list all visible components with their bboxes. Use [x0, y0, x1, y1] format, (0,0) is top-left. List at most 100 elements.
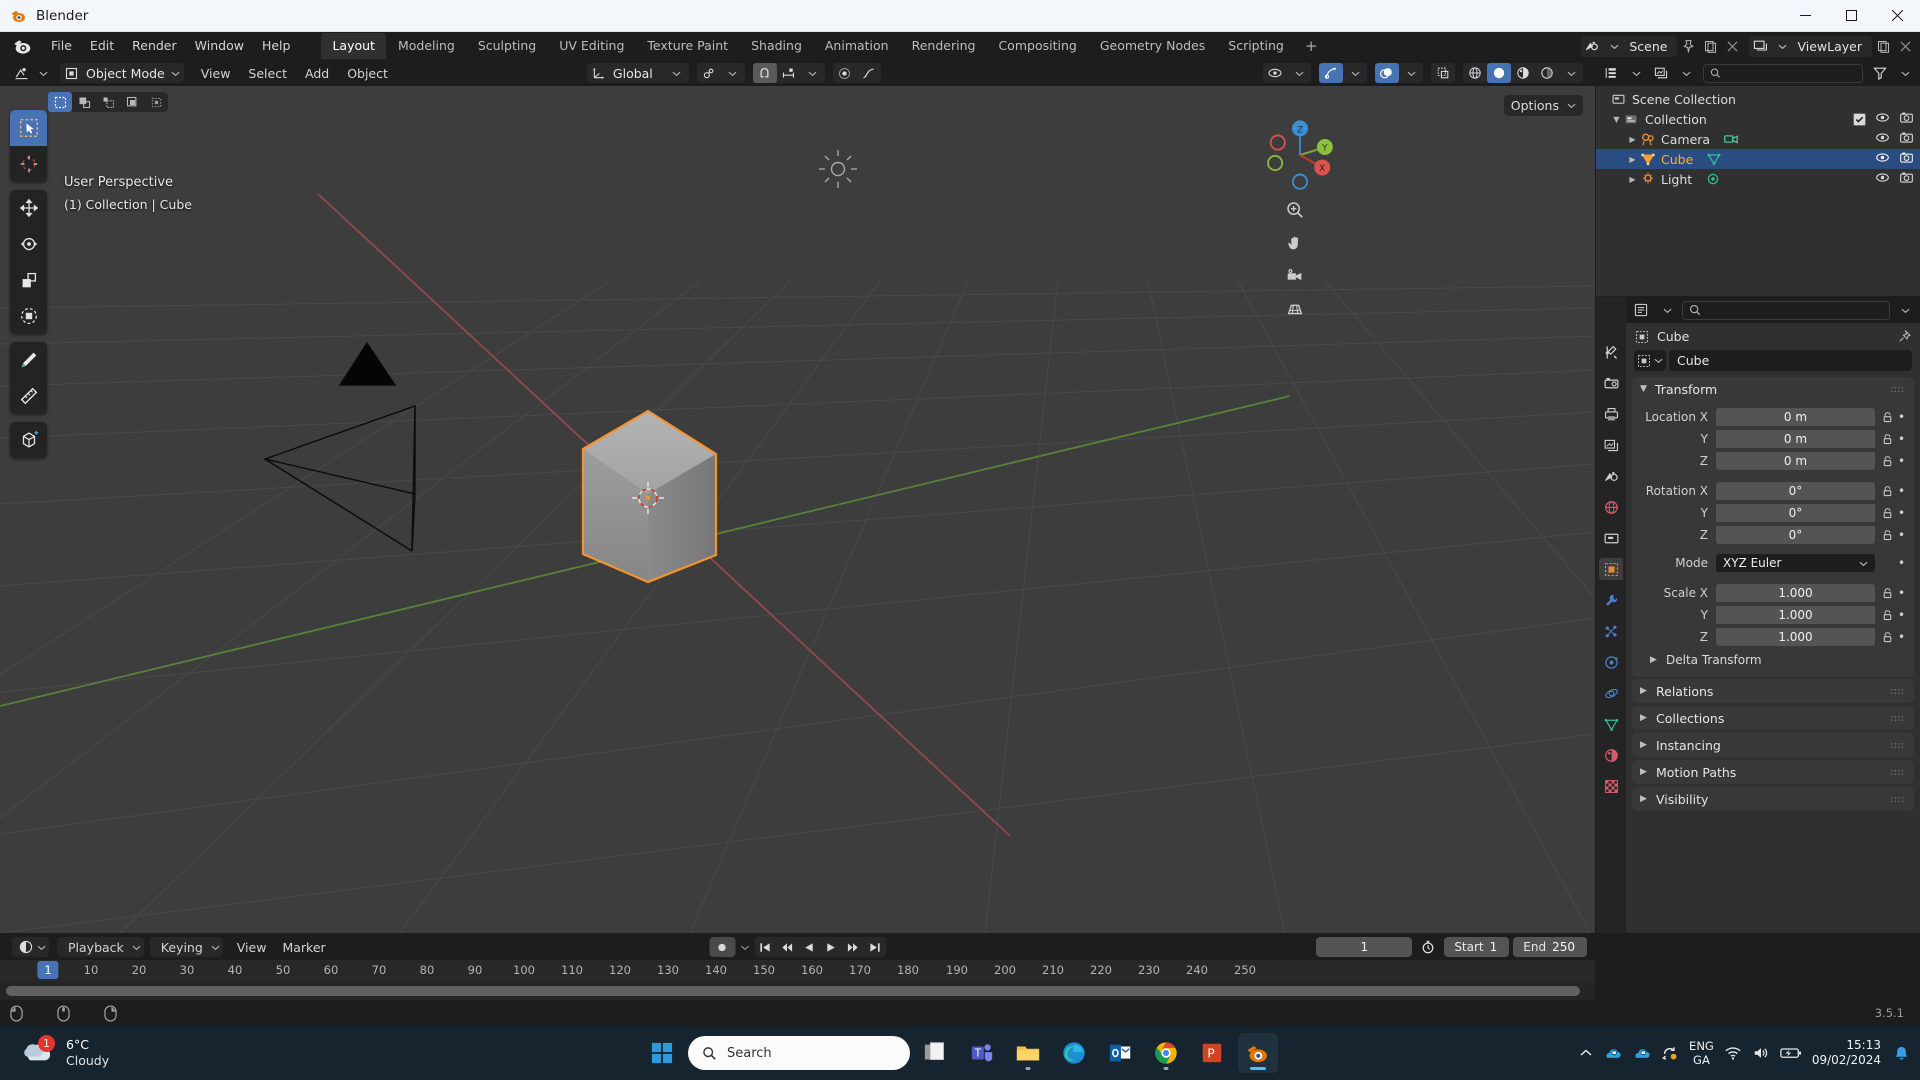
location-z-animate-dot[interactable]: • [1895, 454, 1908, 468]
viewport-menu-view[interactable]: View [192, 64, 240, 83]
timeline-ruler[interactable]: 1 10 20 30 40 50 60 70 80 90 100 110 120… [0, 960, 1595, 982]
lasso-select-icon[interactable] [120, 92, 144, 112]
outliner-row-camera[interactable]: ▶ Camera [1596, 129, 1920, 149]
light-disable-render-icon[interactable] [1899, 170, 1914, 188]
gizmo-group[interactable] [1319, 63, 1367, 83]
rotation-y-input[interactable]: 0° [1716, 504, 1875, 522]
outliner-row-collection[interactable]: ▼ Collection [1596, 109, 1920, 129]
viewport-menu-add[interactable]: Add [296, 64, 338, 83]
window-maximize-button[interactable] [1828, 0, 1874, 32]
onedrive-icon-2[interactable] [1632, 1046, 1651, 1061]
menu-help[interactable]: Help [253, 35, 300, 57]
blender-taskbar-icon[interactable] [1238, 1033, 1278, 1073]
viewport-menu-select[interactable]: Select [239, 64, 296, 83]
properties-options-chevron-icon[interactable] [1894, 300, 1916, 321]
taskbar-clock[interactable]: 15:13 09/02/2024 [1812, 1038, 1883, 1068]
outliner-search-input[interactable] [1725, 66, 1856, 80]
timeline-editor-type-selector[interactable] [12, 937, 49, 957]
outliner-row-light[interactable]: ▶ Light [1596, 169, 1920, 189]
workspace-tab-shading[interactable]: Shading [740, 33, 813, 59]
auto-keying-chevron-icon[interactable] [740, 943, 749, 952]
particles-tab[interactable] [1599, 620, 1623, 642]
scale-z-animate-dot[interactable]: • [1895, 630, 1908, 644]
taskbar-search-box[interactable]: Search [688, 1036, 910, 1070]
collections-panel-header[interactable]: ▶ Collections [1632, 706, 1914, 730]
battery-icon[interactable] [1780, 1046, 1802, 1060]
snap-pivot-selector[interactable] [696, 63, 745, 83]
current-frame-input[interactable]: 1 [1316, 937, 1413, 957]
google-chrome-icon[interactable] [1146, 1033, 1186, 1073]
collection-checkbox[interactable] [1853, 112, 1866, 126]
timeline-scrollbar-thumb[interactable] [6, 986, 1580, 996]
physics-tab[interactable] [1599, 651, 1623, 673]
wifi-icon[interactable] [1724, 1045, 1742, 1061]
outliner-row-cube[interactable]: ▶ Cube [1596, 149, 1920, 169]
zoom-icon[interactable] [1283, 198, 1307, 222]
powerpoint-icon[interactable]: P [1192, 1033, 1232, 1073]
material-tab[interactable] [1599, 744, 1623, 766]
snap-magnet-icon[interactable] [752, 63, 777, 83]
scale-x-animate-dot[interactable]: • [1895, 586, 1908, 600]
scale-z-lock-icon[interactable] [1880, 631, 1895, 644]
world-tab[interactable] [1599, 496, 1623, 518]
viewport-menu-object[interactable]: Object [338, 64, 397, 83]
light-disclosure-icon[interactable]: ▶ [1626, 173, 1639, 186]
viewport-options-button[interactable]: Options [1503, 95, 1583, 116]
camera-disable-render-icon[interactable] [1899, 130, 1914, 148]
timeline-scrollbar[interactable] [0, 984, 1595, 998]
outliner-search-field[interactable] [1703, 63, 1863, 83]
show-hidden-icons-chevron[interactable] [1579, 1046, 1593, 1060]
wireframe-shading-icon[interactable] [1463, 63, 1487, 83]
transform-orientation-selector[interactable]: Global [586, 63, 689, 83]
visibility-selector[interactable] [1263, 63, 1311, 83]
properties-search-field[interactable] [1682, 300, 1890, 320]
location-x-animate-dot[interactable]: • [1895, 410, 1908, 424]
snap-increment-icon[interactable] [777, 63, 801, 83]
auto-keying-toggle[interactable] [709, 937, 735, 957]
cursor-tool-icon[interactable] [10, 146, 47, 182]
jump-prev-keyframe-icon[interactable] [776, 937, 798, 957]
location-y-lock-icon[interactable] [1880, 433, 1895, 446]
camera-data-icon[interactable] [1722, 131, 1739, 148]
play-reverse-icon[interactable] [798, 937, 820, 957]
outliner-editor-chevron-icon[interactable] [1625, 63, 1647, 84]
select-mode-group[interactable] [48, 92, 168, 112]
blender-logo-icon[interactable] [12, 35, 34, 57]
rotation-x-animate-dot[interactable]: • [1895, 484, 1908, 498]
mesh-data-icon[interactable] [1705, 151, 1722, 168]
rotation-y-lock-icon[interactable] [1880, 507, 1895, 520]
jump-to-end-icon[interactable] [864, 937, 886, 957]
rotation-x-lock-icon[interactable] [1880, 485, 1895, 498]
rotation-z-input[interactable]: 0° [1716, 526, 1875, 544]
scene-tab[interactable] [1599, 465, 1623, 487]
start-frame-field[interactable]: Start 1 [1444, 937, 1510, 957]
rotation-z-animate-dot[interactable]: • [1895, 528, 1908, 542]
properties-editor-chevron-icon[interactable] [1656, 300, 1678, 321]
workspace-tab-rendering[interactable]: Rendering [901, 33, 987, 59]
constraint-tab[interactable] [1599, 682, 1623, 704]
scene-dropdown-chevron-icon[interactable] [1603, 36, 1625, 57]
jump-next-keyframe-icon[interactable] [842, 937, 864, 957]
outliner-display-mode-icon[interactable] [1650, 63, 1672, 84]
viewlayer-selector[interactable]: ViewLayer [1749, 35, 1872, 57]
relations-panel-header[interactable]: ▶ Relations [1632, 679, 1914, 703]
workspace-tab-sculpting[interactable]: Sculpting [467, 33, 547, 59]
visibility-chevron-icon[interactable] [1287, 63, 1311, 83]
output-tab[interactable] [1599, 403, 1623, 425]
workspace-tab-uv-editing[interactable]: UV Editing [548, 33, 635, 59]
outliner-editor[interactable]: Scene Collection ▼ Collection ▶ Camera ▶… [1596, 60, 1920, 296]
bell-icon[interactable] [1893, 1045, 1910, 1062]
outliner-editor-type-icon[interactable] [1600, 63, 1622, 84]
menu-window[interactable]: Window [186, 35, 253, 57]
circle-select-icon[interactable] [96, 92, 120, 112]
delete-scene-icon[interactable] [1721, 36, 1743, 57]
window-close-button[interactable] [1874, 0, 1920, 32]
tool-tab[interactable] [1599, 341, 1623, 363]
add-cube-tool-icon[interactable] [10, 422, 47, 458]
scale-y-animate-dot[interactable]: • [1895, 608, 1908, 622]
jump-to-start-icon[interactable] [754, 937, 776, 957]
camera-disclosure-icon[interactable]: ▶ [1626, 133, 1639, 146]
new-scene-icon[interactable] [1699, 36, 1721, 57]
measure-tool-icon[interactable] [10, 378, 47, 414]
cube-disclosure-icon[interactable]: ▶ [1626, 153, 1639, 166]
